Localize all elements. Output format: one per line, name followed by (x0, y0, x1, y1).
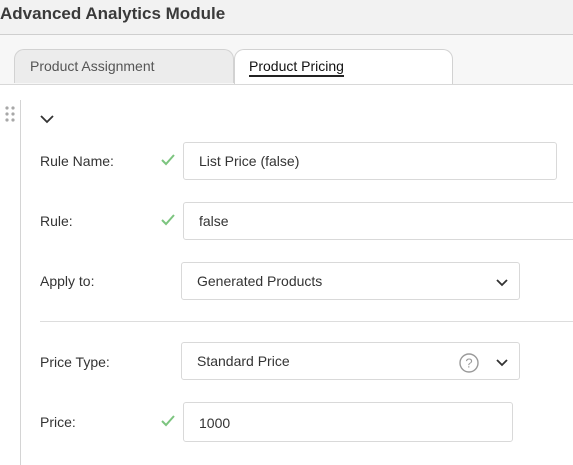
rule-input[interactable]: false (183, 202, 573, 240)
price-type-select[interactable]: Standard Price ? (181, 342, 520, 380)
section-rule (20, 100, 21, 465)
price-type-value: Standard Price (197, 353, 290, 369)
tab-strip: Product Assignment Product Pricing (0, 35, 573, 85)
tab-product-assignment-label: Product Assignment (30, 58, 155, 74)
price-label: Price: (40, 414, 76, 430)
apply-to-value: Generated Products (197, 273, 323, 289)
pricing-panel: Rule Name: List Price (false) Rule: fals… (0, 85, 573, 465)
tab-product-pricing-label: Product Pricing (249, 58, 344, 77)
price-type-label: Price Type: (40, 354, 110, 370)
rule-name-input[interactable]: List Price (false) (183, 142, 557, 180)
rule-label: Rule: (40, 213, 73, 229)
chevron-down-icon[interactable] (38, 112, 56, 126)
chevron-down-icon (496, 359, 508, 367)
drag-handle-icon[interactable] (4, 105, 16, 123)
apply-to-label: Apply to: (40, 273, 95, 289)
chevron-down-icon (496, 279, 508, 287)
check-icon (161, 214, 175, 226)
tab-product-assignment[interactable]: Product Assignment (14, 49, 234, 83)
help-icon[interactable]: ? (459, 353, 479, 373)
svg-text:?: ? (465, 356, 472, 371)
apply-to-select[interactable]: Generated Products (181, 262, 520, 300)
check-icon (161, 154, 175, 166)
section-divider (40, 321, 573, 322)
tab-product-pricing[interactable]: Product Pricing (234, 49, 453, 84)
check-icon (161, 415, 175, 427)
rule-name-label: Rule Name: (40, 153, 114, 169)
price-input[interactable]: 1000 (183, 402, 513, 442)
title-bar: Advanced Analytics Module (0, 0, 573, 35)
page-title: Advanced Analytics Module (0, 4, 226, 23)
